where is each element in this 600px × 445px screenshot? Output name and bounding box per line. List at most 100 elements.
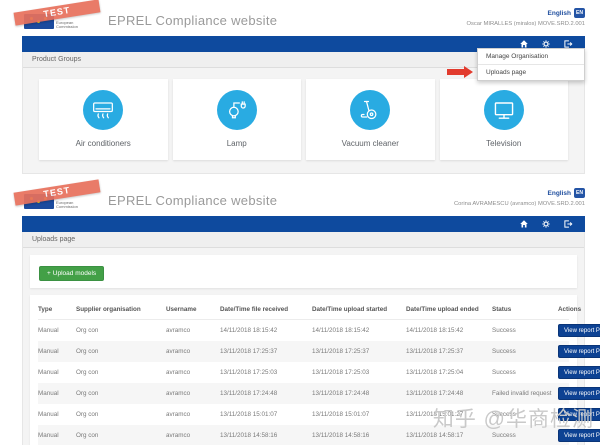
- col-type: Type: [38, 306, 53, 313]
- cell-file-received: 13/11/2018 17:24:48: [220, 390, 278, 397]
- cell-supplier-organisation: Org con: [76, 432, 99, 439]
- card-label: Television: [486, 139, 522, 148]
- cell-status: Success: [492, 432, 516, 439]
- language-label: English: [547, 189, 571, 197]
- cell-username: avramco: [166, 327, 191, 334]
- card-label: Vacuum cleaner: [341, 139, 399, 148]
- col-actions: Actions: [558, 306, 582, 313]
- cell-supplier-organisation: Org con: [76, 348, 99, 355]
- cell-upload-started: 14/11/2018 18:15:42: [312, 327, 370, 334]
- table-row: Manual Org con avramco 13/11/2018 17:25:…: [38, 362, 600, 383]
- cell-actions: View report PDF View report XML: [558, 324, 600, 337]
- page: European Commission TEST EPREL Complianc…: [0, 0, 600, 445]
- cell-actions: View report PDF View report XML: [558, 366, 600, 379]
- cell-file-received: 13/11/2018 17:25:03: [220, 369, 278, 376]
- app-header: European Commission TEST EPREL Complianc…: [13, 179, 585, 216]
- cell-upload-started: 13/11/2018 17:25:37: [312, 348, 370, 355]
- table-row: Manual Org con avramco 14/11/2018 18:15:…: [38, 320, 600, 341]
- view-report-pdf-button[interactable]: View report PDF: [558, 324, 600, 337]
- watermark: 知乎 @华商检测: [432, 408, 594, 431]
- upload-models-button[interactable]: + Upload models: [39, 266, 105, 281]
- cell-username: avramco: [166, 411, 191, 418]
- cell-upload-started: 13/11/2018 15:01:07: [312, 411, 370, 418]
- cell-upload-ended: 13/11/2018 17:25:04: [406, 369, 464, 376]
- language-label: English: [547, 9, 571, 17]
- col-status: Status: [492, 306, 512, 313]
- cell-status: Failed invalid request: [492, 390, 552, 397]
- vacuum-cleaner-icon: [350, 90, 391, 130]
- app-header: European Commission TEST EPREL Complianc…: [13, 0, 585, 36]
- col-username: Username: [166, 306, 197, 313]
- col-upload-ended: Date/Time upload ended: [406, 306, 479, 313]
- col-file-received: Date/Time file received: [220, 306, 289, 313]
- plus-icon: +: [47, 270, 51, 277]
- television-icon: [483, 90, 524, 130]
- cell-type: Manual: [38, 369, 59, 376]
- language-selector[interactable]: English EN: [548, 188, 585, 198]
- upload-toolbar: + Upload models: [30, 255, 577, 288]
- cell-username: avramco: [166, 390, 191, 397]
- language-flag-icon: EN: [574, 188, 585, 198]
- logged-in-user: Corina AVRAMESCU (avramco) MOVE.SRD.2.00…: [453, 201, 585, 207]
- top-navbar: [22, 216, 585, 232]
- cell-status: Success: [492, 327, 516, 334]
- cell-username: avramco: [166, 369, 191, 376]
- gear-icon[interactable]: [541, 219, 551, 229]
- view-report-pdf-button[interactable]: View report PDF: [558, 345, 600, 358]
- menu-item-uploads-page[interactable]: Uploads page: [478, 64, 584, 80]
- product-group-cards: Air conditioners Lamp Vacuum cleaner Tel…: [23, 68, 584, 173]
- page-title: EPREL Compliance website: [108, 13, 278, 28]
- language-selector[interactable]: English EN: [548, 8, 585, 18]
- cell-upload-ended: 13/11/2018 17:24:48: [406, 390, 464, 397]
- cell-status: Success: [492, 348, 516, 355]
- col-upload-started: Date/Time upload started: [312, 306, 388, 313]
- settings-dropdown-menu: Manage Organisation Uploads page: [477, 48, 585, 81]
- card-air-conditioners[interactable]: Air conditioners: [39, 79, 168, 160]
- home-icon[interactable]: [519, 219, 529, 229]
- card-label: Air conditioners: [75, 139, 131, 148]
- logged-in-user: Oscar MIRALLES (miralos) MOVE.SRD.2.001: [466, 21, 585, 27]
- cell-supplier-organisation: Org con: [76, 390, 99, 397]
- logo-caption: European Commission: [56, 20, 79, 30]
- cell-type: Manual: [38, 411, 59, 418]
- cell-type: Manual: [38, 327, 59, 334]
- view-report-pdf-button[interactable]: View report PDF: [558, 387, 600, 400]
- lamp-icon: [216, 90, 257, 130]
- cell-actions: View report PDF View report XML: [558, 345, 600, 358]
- table-row: Manual Org con avramco 13/11/2018 17:24:…: [38, 383, 600, 404]
- cell-upload-started: 13/11/2018 17:25:03: [312, 369, 370, 376]
- ec-logo: European Commission TEST: [13, 0, 101, 36]
- cell-supplier-organisation: Org con: [76, 411, 99, 418]
- logout-icon[interactable]: [563, 219, 573, 229]
- section-title: Uploads page: [23, 232, 584, 248]
- screenshot-product-groups: European Commission TEST EPREL Complianc…: [13, 0, 585, 174]
- language-flag-icon: EN: [574, 8, 585, 18]
- cell-supplier-organisation: Org con: [76, 369, 99, 376]
- card-television[interactable]: Television: [439, 79, 568, 160]
- cell-username: avramco: [166, 432, 191, 439]
- table-row: Manual Org con avramco 13/11/2018 17:25:…: [38, 341, 600, 362]
- page-title: EPREL Compliance website: [108, 193, 278, 208]
- card-vacuum-cleaner[interactable]: Vacuum cleaner: [306, 79, 435, 160]
- cell-username: avramco: [166, 348, 191, 355]
- menu-item-manage-organisation[interactable]: Manage Organisation: [478, 49, 584, 64]
- cell-upload-ended: 13/11/2018 17:25:37: [406, 348, 464, 355]
- air-conditioner-icon: [83, 90, 124, 130]
- upload-models-label: Upload models: [52, 270, 97, 277]
- uploads-table-header: Type Supplier organisation Username Date…: [38, 299, 581, 320]
- card-label: Lamp: [226, 139, 247, 148]
- cell-upload-ended: 13/11/2018 14:58:17: [406, 432, 464, 439]
- cell-supplier-organisation: Org con: [76, 327, 99, 334]
- cell-file-received: 14/11/2018 18:15:42: [220, 327, 278, 334]
- col-supplier-organisation: Supplier organisation: [76, 306, 141, 313]
- cell-upload-started: 13/11/2018 17:24:48: [312, 390, 370, 397]
- card-lamp[interactable]: Lamp: [172, 79, 301, 160]
- cell-status: Success: [492, 369, 516, 376]
- cell-file-received: 13/11/2018 15:01:07: [220, 411, 278, 418]
- cell-upload-ended: 14/11/2018 18:15:42: [406, 327, 464, 334]
- cell-type: Manual: [38, 432, 59, 439]
- cell-actions: View report PDF View report XML: [558, 387, 600, 400]
- cell-upload-started: 13/11/2018 14:58:16: [312, 432, 370, 439]
- annotation-arrow-icon: [447, 66, 473, 78]
- view-report-pdf-button[interactable]: View report PDF: [558, 366, 600, 379]
